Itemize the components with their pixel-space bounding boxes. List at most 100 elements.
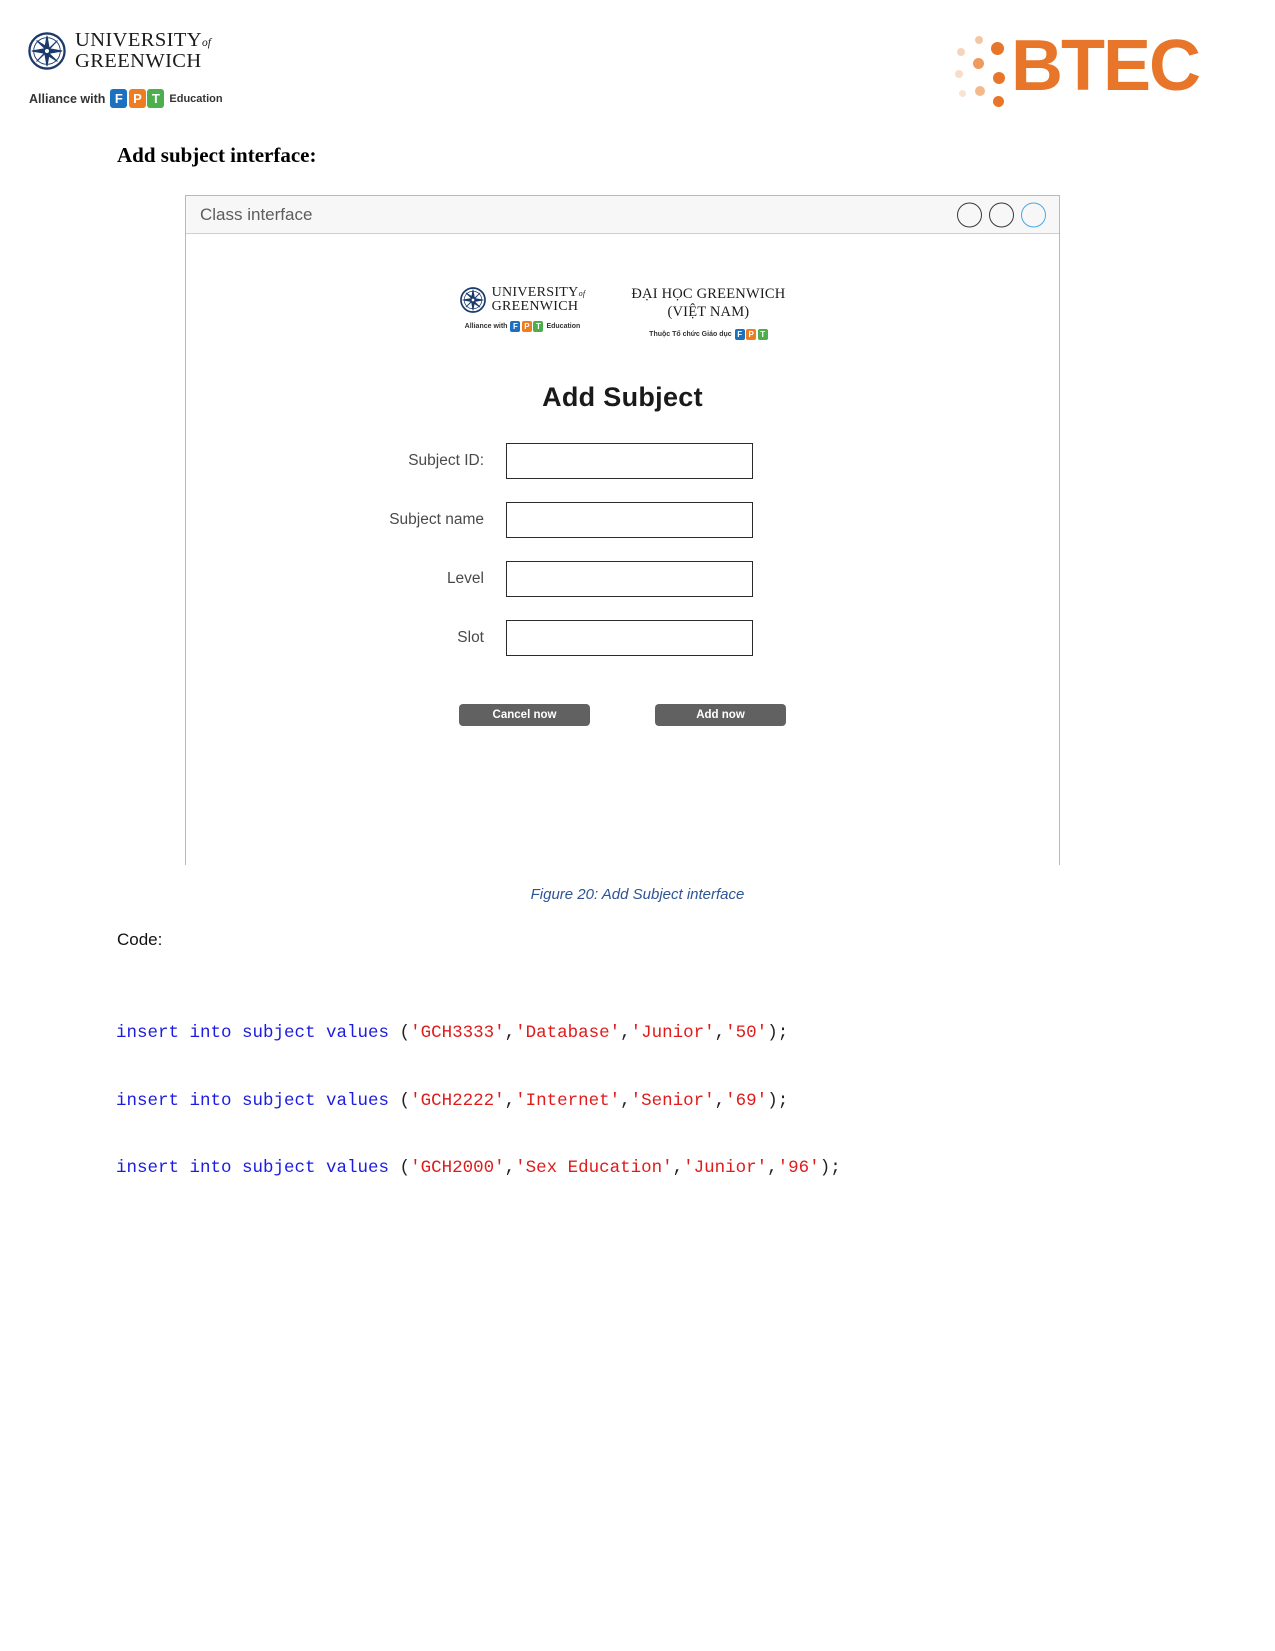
code-string: '96' — [777, 1158, 820, 1178]
inapp-uog-row: UNIVERSITYof GREENWICH — [459, 286, 586, 314]
fpt-letter-t: T — [147, 89, 165, 108]
code-string: 'Internet' — [515, 1090, 621, 1111]
inapp-alliance-suffix: Education — [546, 323, 581, 330]
alliance-prefix-text: Alliance with — [29, 91, 106, 106]
btec-dot — [973, 58, 984, 69]
form-actions: Cancel now Add now — [186, 704, 1059, 726]
code-string: 'Senior' — [630, 1090, 715, 1111]
vn-sub-text: Thuộc Tổ chức Giáo dục — [649, 331, 732, 338]
subject-name-label: Subject name — [389, 511, 484, 528]
code-string: '69' — [725, 1090, 768, 1111]
subject-id-label: Subject ID: — [408, 452, 484, 469]
add-subject-form: Subject ID: Subject name Level Slot — [186, 443, 1059, 656]
code-string: '50' — [725, 1023, 768, 1043]
minimize-circle-icon[interactable] — [957, 202, 982, 227]
figure-caption: Figure 20: Add Subject interface — [530, 886, 745, 903]
app-window: Class interface UNIVERSITYof GREENWICH A… — [185, 195, 1060, 865]
slot-label: Slot — [457, 629, 484, 646]
maximize-circle-icon[interactable] — [989, 202, 1014, 227]
level-label: Level — [446, 570, 484, 587]
btec-dot — [991, 42, 1004, 55]
code-string: 'Junior' — [683, 1158, 768, 1178]
code-punct: ); — [819, 1158, 841, 1178]
form-row-slot: Slot — [186, 620, 1059, 656]
window-controls — [957, 202, 1046, 227]
compass-rose-icon — [459, 287, 486, 313]
code-block: insert into subject values ('GCH3333','D… — [116, 977, 841, 1225]
uog-line2: GREENWICH — [75, 49, 202, 72]
btec-dot — [993, 72, 1005, 84]
fpt-letter-p: P — [128, 89, 146, 108]
inapp-uog-line1: UNIVERSITY — [491, 285, 579, 300]
vn-sub-row: Thuộc Tổ chức Giáo dục F P T — [649, 329, 768, 340]
code-punct: ); — [767, 1090, 789, 1111]
code-keyword: insert into subject values — [116, 1090, 390, 1111]
code-keyword: insert into subject values — [116, 1023, 390, 1043]
fpt-letter-f: F — [110, 89, 128, 108]
inapp-logo-bar: UNIVERSITYof GREENWICH Alliance with F P… — [186, 234, 1059, 340]
btec-dot — [975, 36, 983, 44]
university-greenwich-logo: UNIVERSITYof GREENWICH Alliance with F P… — [28, 30, 288, 120]
code-string: 'GCH2000' — [410, 1158, 505, 1178]
fpt-letter-p: P — [521, 321, 532, 332]
code-section-label: Code: — [117, 930, 163, 949]
window-body: UNIVERSITYof GREENWICH Alliance with F P… — [186, 234, 1059, 865]
btec-wordmark: BTEC — [1011, 26, 1201, 106]
btec-dot — [993, 96, 1004, 107]
fpt-letter-p: P — [746, 329, 757, 340]
code-string: 'Sex Education' — [515, 1158, 673, 1178]
page-title: Add subject interface: — [117, 143, 317, 167]
code-keyword: insert into subject values — [116, 1158, 390, 1178]
code-string: 'GCH2222' — [410, 1090, 505, 1111]
code-string: 'GCH3333' — [410, 1023, 505, 1043]
btec-dot — [975, 86, 985, 96]
add-now-button[interactable]: Add now — [655, 704, 786, 726]
uog-wordmark: UNIVERSITYof GREENWICH — [75, 30, 211, 71]
window-title: Class interface — [200, 204, 313, 224]
code-string: 'Junior' — [630, 1023, 715, 1043]
code-string: 'Database' — [515, 1023, 621, 1043]
btec-dot — [959, 90, 966, 97]
document-page: UNIVERSITYof GREENWICH Alliance with F P… — [0, 0, 1275, 1651]
cancel-now-button[interactable]: Cancel now — [459, 704, 590, 726]
code-punct: ( — [389, 1023, 411, 1043]
inapp-university-greenwich-logo: UNIVERSITYof GREENWICH Alliance with F P… — [459, 286, 586, 332]
btec-dot — [955, 70, 963, 78]
vn-line1: ĐẠI HỌC GREENWICH — [631, 286, 786, 302]
form-heading: Add Subject — [542, 382, 703, 412]
uog-logo-row: UNIVERSITYof GREENWICH — [28, 30, 288, 71]
inapp-uog-of: of — [578, 289, 586, 298]
code-punct: ( — [389, 1090, 411, 1111]
fpt-alliance-logo: Alliance with F P T Education — [29, 89, 288, 108]
close-circle-icon[interactable] — [1021, 202, 1046, 227]
btec-dot — [957, 48, 965, 56]
window-titlebar: Class interface — [186, 196, 1059, 234]
fpt-icon: F P T — [510, 321, 544, 332]
subject-name-input[interactable] — [506, 502, 753, 538]
level-input[interactable] — [506, 561, 753, 597]
form-row-subject-name: Subject name — [186, 502, 1059, 538]
subject-id-input[interactable] — [506, 443, 753, 479]
vn-line2: (VIỆT NAM) — [667, 304, 750, 320]
uog-of: of — [202, 37, 211, 49]
alliance-suffix-text: Education — [169, 92, 223, 105]
code-punct: ( — [389, 1158, 411, 1178]
code-line: insert into subject values ('GCH2222','I… — [116, 1090, 789, 1111]
fpt-letter-t: T — [757, 329, 768, 340]
fpt-icon: F P T — [110, 89, 165, 108]
inapp-fpt-alliance: Alliance with F P T Education — [464, 321, 581, 332]
form-row-level: Level — [186, 561, 1059, 597]
fpt-letter-t: T — [533, 321, 544, 332]
fpt-letter-f: F — [734, 329, 745, 340]
inapp-greenwich-vietnam-logo: ĐẠI HỌC GREENWICH (VIỆT NAM) Thuộc Tổ ch… — [631, 286, 785, 340]
uog-line1: UNIVERSITY — [75, 29, 202, 51]
inapp-uog-wordmark: UNIVERSITYof GREENWICH — [492, 286, 586, 314]
inapp-uog-line2: GREENWICH — [491, 299, 579, 314]
inapp-alliance-prefix: Alliance with — [464, 323, 508, 330]
code-line: insert into subject values ('GCH3333','D… — [116, 1023, 789, 1043]
compass-rose-icon — [28, 31, 66, 70]
fpt-icon: F P T — [734, 329, 768, 340]
code-punct: ); — [767, 1023, 789, 1043]
slot-input[interactable] — [506, 620, 753, 656]
code-line: insert into subject values ('GCH2000','S… — [116, 1158, 841, 1178]
